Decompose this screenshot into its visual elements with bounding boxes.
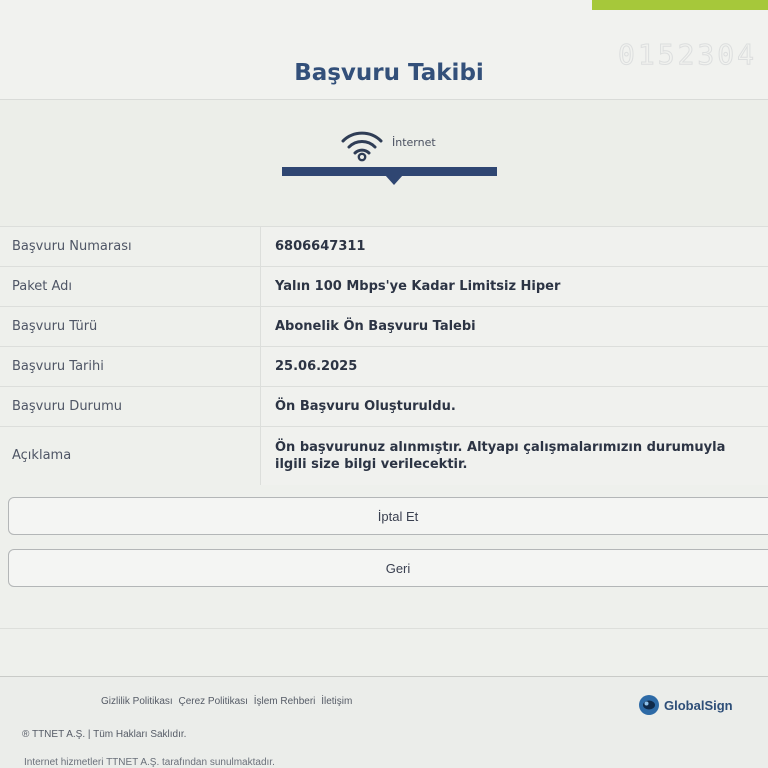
- row-value: Abonelik Ön Başvuru Talebi: [260, 306, 768, 347]
- cancel-application-button[interactable]: İptal Et: [8, 497, 768, 535]
- footer-link-cookies[interactable]: Çerez Politikası: [178, 696, 247, 707]
- row-value: Yalın 100 Mbps'ye Kadar Limitsiz Hiper: [260, 266, 768, 307]
- tab-pointer: [385, 175, 403, 185]
- application-details-table: Başvuru Numarası 6806647311 Paket Adı Ya…: [0, 226, 768, 485]
- row-label: Başvuru Durumu: [0, 386, 261, 427]
- wifi-icon: [341, 131, 383, 162]
- footer: [0, 677, 768, 768]
- tab-area: [0, 100, 768, 226]
- tab-label: İnternet: [392, 136, 436, 149]
- table-row: Başvuru Numarası 6806647311: [0, 226, 768, 267]
- divider: [0, 628, 768, 629]
- globe-icon: [639, 695, 659, 715]
- footer-link-privacy[interactable]: Gizlilik Politikası: [101, 696, 173, 707]
- footer-links: Gizlilik Politikası Çerez Politikası İşl…: [101, 696, 355, 707]
- row-label: Başvuru Tarihi: [0, 346, 261, 387]
- back-button[interactable]: Geri: [8, 549, 768, 587]
- footer-link-guide[interactable]: İşlem Rehberi: [254, 696, 316, 707]
- row-value: Ön Başvuru Oluşturuldu.: [260, 386, 768, 427]
- table-row: Açıklama Ön başvurunuz alınmıştır. Altya…: [0, 426, 768, 485]
- copyright-text: ® TTNET A.Ş. | Tüm Hakları Saklıdır.: [22, 729, 187, 740]
- row-label: Başvuru Türü: [0, 306, 261, 347]
- row-value: 6806647311: [260, 226, 768, 267]
- top-accent-bar: [592, 0, 768, 10]
- table-row: Başvuru Türü Abonelik Ön Başvuru Talebi: [0, 306, 768, 347]
- footer-divider: [0, 676, 768, 677]
- table-row: Başvuru Tarihi 25.06.2025: [0, 346, 768, 387]
- page-title: Başvuru Takibi: [294, 60, 484, 86]
- row-value: 25.06.2025: [260, 346, 768, 387]
- table-row: Başvuru Durumu Ön Başvuru Oluşturuldu.: [0, 386, 768, 427]
- row-label: Paket Adı: [0, 266, 261, 307]
- row-label: Başvuru Numarası: [0, 226, 261, 267]
- globalsign-logo: GlobalSign: [638, 694, 733, 716]
- table-row: Paket Adı Yalın 100 Mbps'ye Kadar Limits…: [0, 266, 768, 307]
- row-label: Açıklama: [0, 426, 261, 485]
- row-value: Ön başvurunuz alınmıştır. Altyapı çalışm…: [260, 426, 768, 485]
- legal-note: İnternet hizmetleri TTNET A.Ş. tarafında…: [24, 757, 275, 768]
- footer-link-contact[interactable]: İletişim: [321, 696, 352, 707]
- logo-text: GlobalSign: [664, 697, 733, 713]
